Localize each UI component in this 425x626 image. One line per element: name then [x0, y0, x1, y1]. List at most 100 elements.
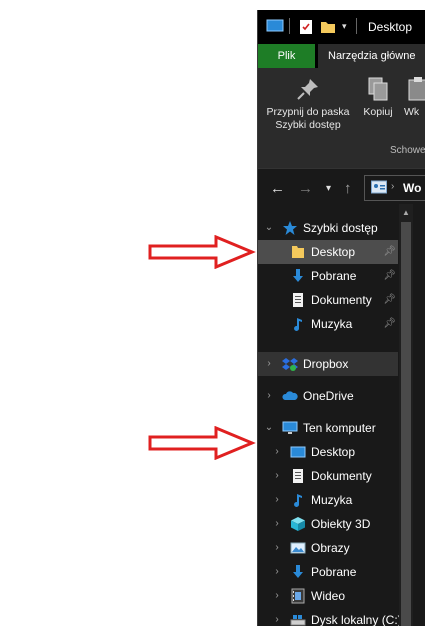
chevron-right-icon[interactable]: ›	[264, 352, 274, 376]
sidebar-item-label: Dysk lokalny (C:)	[311, 613, 402, 626]
sidebar-item-label: Dropbox	[303, 357, 349, 371]
pin-icon	[297, 79, 318, 100]
scrollbar-thumb[interactable]	[401, 222, 411, 626]
sidebar-item-desktop[interactable]: › Desktop	[258, 440, 398, 464]
copy-button[interactable]: Kopiuj	[360, 76, 396, 119]
copy-icon	[368, 77, 388, 101]
separator	[356, 18, 357, 34]
chevron-right-icon[interactable]: ›	[272, 488, 282, 512]
pin-label-line1: Przypnij do paska	[266, 106, 350, 118]
tab-home[interactable]: Narzędzia główne	[318, 44, 425, 68]
cube-icon	[291, 517, 305, 531]
sidebar-item-3d-objects[interactable]: › Obiekty 3D	[258, 512, 398, 536]
pin-label-line2: Szybki dostęp	[275, 119, 341, 131]
document-icon	[293, 469, 303, 483]
chevron-right-icon[interactable]: ›	[272, 440, 282, 464]
back-arrow-icon[interactable]: ←	[270, 180, 285, 197]
annotation-arrow	[148, 426, 256, 460]
sidebar-item-label: Pobrane	[311, 269, 357, 283]
computer-icon	[282, 421, 298, 434]
sidebar-item-documents[interactable]: › Dokumenty	[258, 464, 398, 488]
file-explorer-window: ▾ Desktop Plik Narzędzia główne Przypnij…	[257, 10, 425, 626]
folder-icon	[292, 246, 304, 258]
ribbon: Przypnij do paska Szybki dostęp Kopiuj W…	[258, 68, 425, 168]
navigation-scrollbar[interactable]: ▲	[399, 204, 413, 626]
address-separator: ›	[391, 181, 395, 192]
pin-icon[interactable]: 📌︎	[383, 312, 396, 336]
sidebar-item-label: OneDrive	[303, 389, 354, 403]
sidebar-item-label: Pobrane	[311, 565, 357, 579]
chevron-right-icon[interactable]: ›	[264, 384, 274, 408]
sidebar-item-downloads[interactable]: › Pobrane	[258, 560, 398, 584]
properties-icon[interactable]	[298, 19, 314, 35]
chevron-right-icon[interactable]: ›	[272, 608, 282, 626]
music-icon	[294, 318, 302, 331]
ribbon-tabs: Plik Narzędzia główne	[258, 44, 425, 68]
separator	[289, 18, 290, 34]
chevron-right-icon[interactable]: ›	[272, 536, 282, 560]
sidebar-item-local-disk[interactable]: › Dysk lokalny (C:)	[258, 608, 401, 626]
sidebar-item-label: Obiekty 3D	[311, 517, 371, 531]
pin-quick-access-button[interactable]: Przypnij do paska Szybki dostęp	[266, 76, 350, 132]
user-card-icon	[371, 180, 387, 194]
chevron-right-icon[interactable]: ›	[272, 512, 282, 536]
sidebar-item-label: Desktop	[311, 245, 356, 259]
paste-label: Wk	[404, 106, 420, 118]
sidebar-item-label: Obrazy	[311, 541, 350, 555]
desktop-icon	[290, 446, 306, 458]
desktop-icon	[266, 19, 284, 32]
sidebar-item-documents-pinned[interactable]: Dokumenty 📌︎	[258, 288, 398, 312]
sidebar-item-music-pinned[interactable]: Muzyka 📌︎	[258, 312, 398, 336]
sidebar-item-label: Wideo	[311, 589, 346, 603]
dropbox-icon	[282, 358, 298, 371]
sidebar-item-quick-access[interactable]: ⌄ Szybki dostęp	[258, 216, 398, 240]
new-folder-icon[interactable]	[320, 19, 336, 35]
pin-icon[interactable]: 📌︎	[383, 264, 396, 288]
sidebar-item-music[interactable]: › Muzyka	[258, 488, 398, 512]
video-icon	[291, 588, 305, 604]
pin-icon[interactable]: 📌︎	[383, 288, 396, 312]
drive-icon	[290, 615, 306, 626]
content-pane	[413, 204, 425, 626]
chevron-down-icon[interactable]: ⌄	[264, 416, 274, 440]
sidebar-item-label: Muzyka	[311, 493, 353, 507]
address-path: Wo	[403, 181, 422, 195]
forward-arrow-icon[interactable]: →	[298, 180, 313, 197]
sidebar-item-onedrive[interactable]: › OneDrive	[258, 384, 398, 408]
title-bar: ▾ Desktop	[258, 10, 425, 44]
download-icon	[293, 565, 303, 578]
pin-icon[interactable]: 📌︎	[383, 240, 396, 264]
tab-plik[interactable]: Plik	[258, 44, 315, 68]
sidebar-item-videos[interactable]: › Wideo	[258, 584, 398, 608]
address-field[interactable]: › Wo	[364, 175, 425, 201]
clipboard-group-label: Schowek	[390, 145, 425, 156]
sidebar-item-label: Muzyka	[311, 317, 353, 331]
sidebar-item-this-pc[interactable]: ⌄ Ten komputer	[258, 416, 398, 440]
sidebar-item-downloads-pinned[interactable]: Pobrane 📌︎	[258, 264, 398, 288]
chevron-right-icon[interactable]: ›	[272, 584, 282, 608]
chevron-right-icon[interactable]: ›	[272, 560, 282, 584]
sidebar-item-label: Dokumenty	[311, 293, 372, 307]
chevron-down-icon[interactable]: ⌄	[264, 216, 274, 240]
chevron-right-icon[interactable]: ›	[272, 464, 282, 488]
navigation-bar: ← → ▾ ↑ › Wo	[258, 168, 425, 205]
up-arrow-icon[interactable]: ↑	[344, 180, 352, 197]
sidebar-item-pictures[interactable]: › Obrazy	[258, 536, 398, 560]
sidebar-item-label: Ten komputer	[303, 421, 376, 435]
annotation-arrow	[148, 235, 256, 269]
window-title: Desktop	[368, 20, 413, 34]
sidebar-item-label: Szybki dostęp	[303, 221, 378, 235]
cloud-icon	[282, 391, 298, 400]
sidebar-item-label: Desktop	[311, 445, 356, 459]
copy-label: Kopiuj	[363, 106, 393, 118]
music-icon	[294, 494, 302, 507]
sidebar-item-desktop-pinned[interactable]: Desktop 📌︎	[258, 240, 398, 264]
recent-chevron-icon[interactable]: ▾	[326, 183, 331, 194]
chevron-down-icon[interactable]: ▾	[342, 21, 347, 32]
picture-icon	[290, 542, 306, 554]
document-icon	[293, 293, 303, 307]
sidebar-item-dropbox[interactable]: › Dropbox	[258, 352, 398, 376]
paste-icon	[408, 77, 425, 101]
scroll-up-icon[interactable]: ▲	[402, 208, 410, 217]
paste-button[interactable]: Wk	[404, 76, 425, 119]
